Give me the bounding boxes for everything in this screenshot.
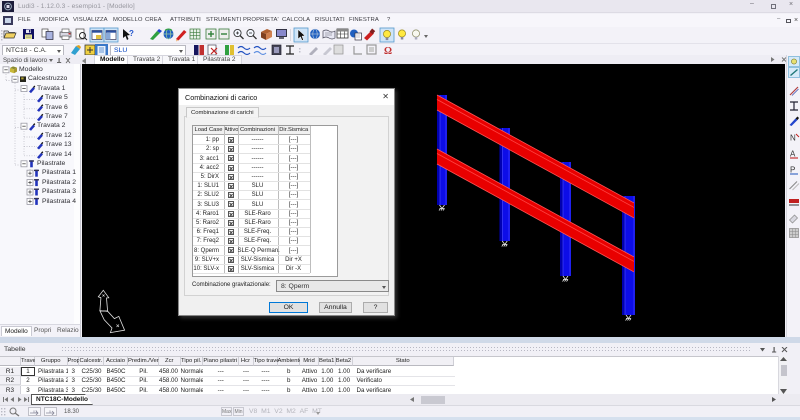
svg-text:?: ?: [129, 29, 134, 38]
svg-text:P: P: [790, 166, 795, 175]
svg-text:A: A: [790, 150, 796, 159]
svg-text:x: x: [49, 409, 51, 414]
svg-text:N: N: [790, 134, 796, 143]
